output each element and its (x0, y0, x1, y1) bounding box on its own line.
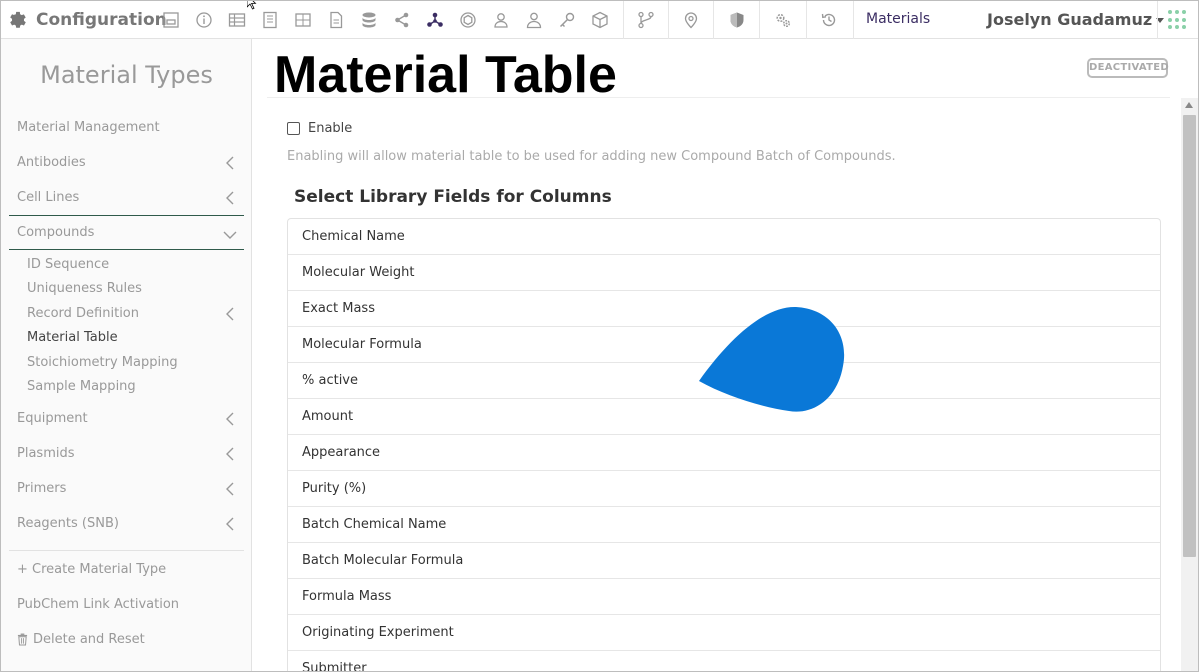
sidebar-subitem[interactable]: Stoichiometry Mapping (27, 355, 178, 370)
sidebar-item-primers[interactable]: Primers (17, 481, 66, 496)
list-item[interactable]: Batch Chemical Name (288, 507, 1160, 543)
list-item[interactable]: Chemical Name (288, 219, 1160, 255)
chevron-left-icon[interactable] (225, 516, 235, 531)
divider (267, 97, 1170, 98)
info-icon[interactable] (193, 9, 215, 31)
table-icon[interactable] (226, 9, 248, 31)
list-item[interactable]: Molecular Weight (288, 255, 1160, 291)
cube-icon[interactable] (589, 9, 611, 31)
sidebar-subitem[interactable]: ID Sequence (27, 257, 109, 272)
document-icon[interactable] (325, 9, 347, 31)
chevron-left-icon[interactable] (225, 306, 235, 321)
divider (1157, 1, 1158, 39)
app-title: Configuration (36, 10, 167, 30)
enable-toggle[interactable]: Enable (287, 121, 352, 136)
sidebar-item-reagents[interactable]: Reagents (SNB) (17, 516, 119, 531)
drag-drop-blob-icon (699, 306, 845, 412)
sidebar-item-plasmids[interactable]: Plasmids (17, 446, 75, 461)
form-icon[interactable] (160, 9, 182, 31)
trash-icon (17, 633, 28, 646)
key-icon[interactable] (556, 9, 578, 31)
section-title: Select Library Fields for Columns (294, 187, 612, 207)
chevron-left-icon[interactable] (225, 481, 235, 496)
pubchem-link-activation[interactable]: PubChem Link Activation (17, 597, 179, 612)
chevron-left-icon[interactable] (225, 155, 235, 170)
delete-reset-link[interactable]: Delete and Reset (17, 632, 145, 647)
divider (853, 1, 854, 39)
sidebar-subitem[interactable]: Record Definition (27, 306, 139, 321)
divider (713, 1, 714, 39)
chevron-left-icon[interactable] (225, 411, 235, 426)
sidebar-item-antibodies[interactable]: Antibodies (17, 155, 86, 170)
enable-checkbox[interactable] (287, 122, 300, 135)
sidebar-title: Material Types (40, 61, 213, 89)
nav-link-materials[interactable]: Materials (866, 11, 930, 27)
notebook-icon[interactable] (259, 9, 281, 31)
divider (668, 1, 669, 39)
database-icon[interactable] (358, 9, 380, 31)
divider (759, 1, 760, 39)
user-icon[interactable] (523, 9, 545, 31)
location-pin-icon[interactable] (680, 9, 702, 31)
list-item[interactable]: Batch Molecular Formula (288, 543, 1160, 579)
chevron-left-icon[interactable] (225, 190, 235, 205)
hexagon-icon[interactable] (457, 9, 479, 31)
brand[interactable]: Configuration (7, 7, 167, 33)
app-window: Configuration Materials Joselyn Guadamuz (0, 0, 1199, 672)
apps-grid-icon[interactable] (1168, 10, 1188, 30)
chevron-left-icon[interactable] (225, 446, 235, 461)
history-icon[interactable] (818, 9, 840, 31)
divider (623, 1, 624, 39)
mouse-pointer-icon (247, 1, 257, 10)
scrollbar-thumb[interactable] (1183, 115, 1196, 557)
shield-icon[interactable] (726, 9, 748, 31)
list-item[interactable]: Originating Experiment (288, 615, 1160, 651)
branch-icon[interactable] (635, 9, 657, 31)
list-item[interactable]: Submitter (288, 651, 1160, 671)
divider (806, 1, 807, 39)
status-badge: DEACTIVATED (1087, 58, 1169, 78)
grid-icon[interactable] (292, 9, 314, 31)
sidebar-item-cell-lines[interactable]: Cell Lines (17, 190, 79, 205)
active-group-rule (9, 215, 244, 216)
user-group-icon[interactable] (490, 9, 512, 31)
sidebar-item-equipment[interactable]: Equipment (17, 411, 88, 426)
chevron-down-icon[interactable] (223, 225, 237, 239)
share-icon[interactable] (391, 9, 413, 31)
sidebar-subitem[interactable]: Uniqueness Rules (27, 281, 142, 296)
gear-icon (10, 11, 26, 28)
list-item[interactable]: Purity (%) (288, 471, 1160, 507)
field-list: Chemical Name Molecular Weight Exact Mas… (287, 218, 1161, 671)
delete-reset-label: Delete and Reset (33, 632, 145, 647)
sidebar-subitem-active[interactable]: Material Table (27, 330, 118, 345)
divider (9, 550, 244, 551)
list-item[interactable]: Formula Mass (288, 579, 1160, 615)
sidebar-item-material-management[interactable]: Material Management (17, 120, 160, 135)
molecule-icon[interactable] (424, 9, 446, 31)
page-title: Material Table (274, 46, 617, 104)
active-group-rule (9, 249, 244, 250)
help-text: Enabling will allow material table to be… (287, 149, 896, 164)
sidebar-item-compounds[interactable]: Compounds (17, 225, 94, 240)
scroll-up-arrow-icon[interactable] (1185, 102, 1193, 108)
enable-label: Enable (308, 121, 353, 136)
create-material-type-link[interactable]: + Create Material Type (17, 562, 166, 577)
list-item[interactable]: Appearance (288, 435, 1160, 471)
user-menu[interactable]: Joselyn Guadamuz (987, 10, 1165, 29)
top-bar: Configuration Materials Joselyn Guadamuz (1, 1, 1198, 39)
sidebar-subitem[interactable]: Sample Mapping (27, 379, 136, 394)
sidebar: Material Types Material Management Antib… (1, 39, 252, 671)
settings-gears-icon[interactable] (772, 9, 794, 31)
user-name: Joselyn Guadamuz (987, 10, 1153, 29)
scrollbar[interactable] (1181, 98, 1198, 671)
